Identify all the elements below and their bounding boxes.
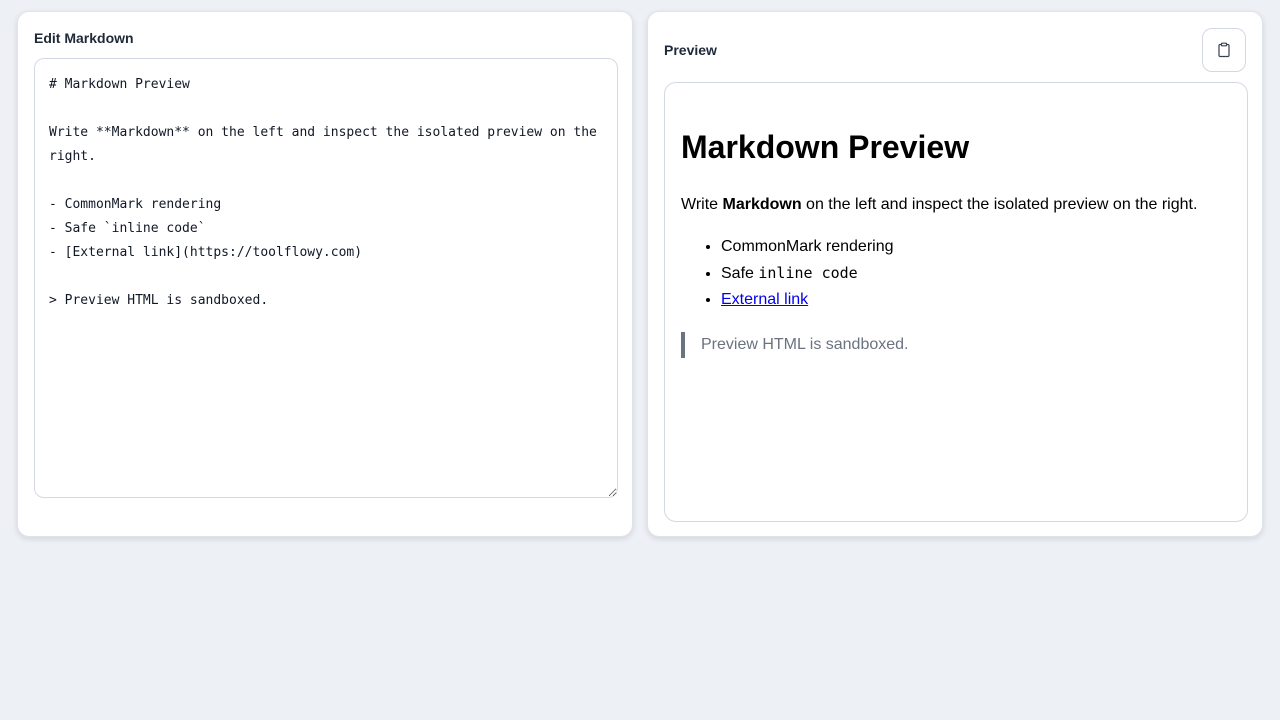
list-item-text: Safe bbox=[721, 265, 759, 282]
preview-paragraph-bold: Markdown bbox=[722, 196, 802, 213]
clipboard-icon bbox=[1218, 42, 1230, 58]
copy-html-button[interactable] bbox=[1202, 28, 1246, 72]
editor-panel-title: Edit Markdown bbox=[34, 30, 134, 46]
markdown-editor-input[interactable]: # Markdown Preview Write **Markdown** on… bbox=[34, 58, 618, 498]
preview-paragraph-text: on the left and inspect the isolated pre… bbox=[801, 196, 1198, 213]
editor-panel: Edit Markdown # Markdown Preview Write *… bbox=[17, 11, 633, 537]
preview-blockquote: Preview HTML is sandboxed. bbox=[681, 332, 1231, 358]
list-item: Safe inline code bbox=[721, 263, 1231, 284]
list-item-text: CommonMark rendering bbox=[721, 238, 894, 255]
inline-code: inline code bbox=[758, 264, 858, 282]
preview-list: CommonMark rendering Safe inline code Ex… bbox=[681, 237, 1231, 310]
preview-frame: Markdown Preview Write Markdown on the l… bbox=[664, 82, 1248, 522]
list-item: External link bbox=[721, 290, 1231, 310]
preview-paragraph-text: Write bbox=[681, 196, 723, 213]
preview-heading: Markdown Preview bbox=[681, 129, 970, 165]
list-item: CommonMark rendering bbox=[721, 237, 1231, 257]
preview-paragraph: Write Markdown on the left and inspect t… bbox=[681, 195, 1231, 215]
preview-panel-title: Preview bbox=[664, 42, 717, 58]
preview-panel: Preview Markdown Preview Write Markdown … bbox=[647, 11, 1263, 537]
external-link[interactable]: External link bbox=[721, 291, 808, 308]
